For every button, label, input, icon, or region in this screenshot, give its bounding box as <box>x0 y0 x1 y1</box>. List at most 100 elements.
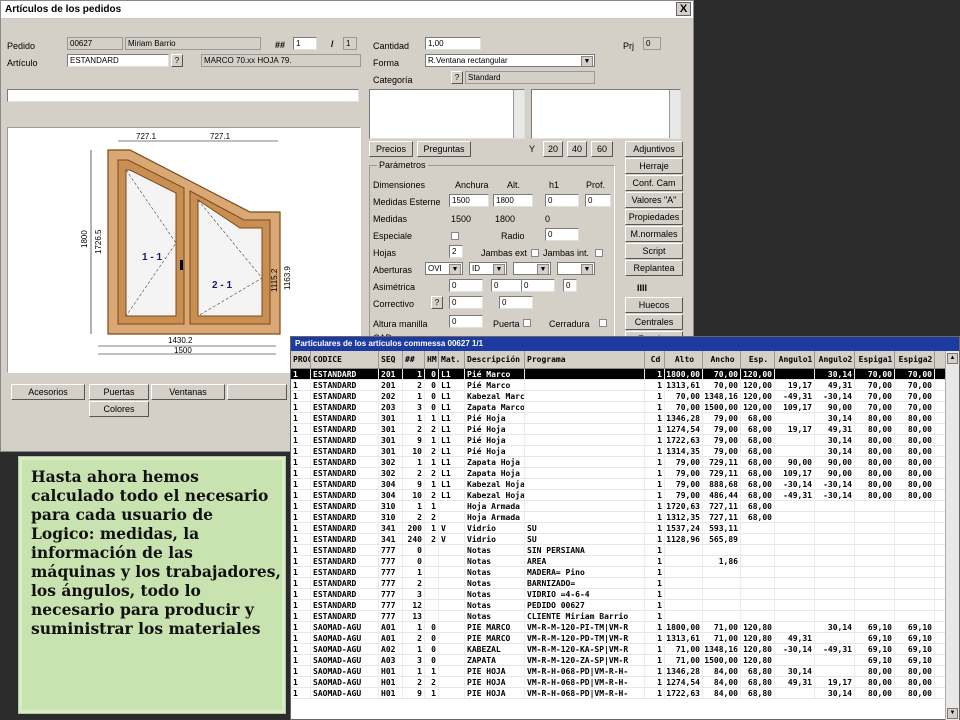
correctivo-input-2[interactable]: 0 <box>499 296 533 309</box>
y-20-button[interactable]: 20 <box>543 141 563 157</box>
column-header-12[interactable]: Angulo1 <box>775 351 815 368</box>
column-header-10[interactable]: Ancho <box>703 351 741 368</box>
column-header-1[interactable]: CODICE <box>311 351 379 368</box>
puerta-checkbox[interactable] <box>523 319 531 327</box>
column-header-11[interactable]: Esp. <box>741 351 775 368</box>
table-row[interactable]: 1 ESTANDARD 304 9 1 L1 Kabezal Hoja 1 79,00 888,6… <box>291 479 947 490</box>
abertura-select-1[interactable]: OVI <box>425 262 463 275</box>
valores-a-button[interactable]: Valores "A" <box>625 192 683 208</box>
table-row[interactable]: 1 ESTANDARD 302 1 1 L1 Zapata Hoja 1 79,00 729,11… <box>291 457 947 468</box>
articulo-code-input[interactable]: ESTANDARD <box>67 54 169 67</box>
propiedades-button[interactable]: Propiedades <box>625 209 683 225</box>
table-scrollbar[interactable]: ▲ ▼ <box>945 351 959 720</box>
column-header-0[interactable]: PROC <box>291 351 311 368</box>
table-row[interactable]: 1 ESTANDARD 777 3 Notas VIDRIO =4-6-4 1 <box>291 589 947 600</box>
notes-input[interactable] <box>7 89 359 102</box>
column-header-13[interactable]: Angulo2 <box>815 351 855 368</box>
table-row[interactable]: 1 SAOMAD-AGU H01 1 1 PIE HOJA VM-R-H-068-PD|VM… <box>291 666 947 677</box>
table-row[interactable]: 1 SAOMAD-AGU H01 9 1 PIE HOJA VM-R-H-068-PD|VM… <box>291 688 947 699</box>
column-header-6[interactable]: Descripción <box>465 351 525 368</box>
memo-1-scrollbar[interactable] <box>513 90 524 138</box>
asimetrica-input-3[interactable]: 0 <box>521 279 555 292</box>
jambas-int-checkbox[interactable] <box>595 249 603 257</box>
correctivo-search-button[interactable]: ? <box>431 296 443 309</box>
column-header-8[interactable]: Cd <box>645 351 665 368</box>
correctivo-input-1[interactable]: 0 <box>449 296 483 309</box>
m-normales-button[interactable]: M.normales <box>625 226 683 242</box>
abertura-select-2[interactable]: ID <box>469 262 507 275</box>
cantidad-input[interactable]: 1,00 <box>425 37 481 50</box>
cerradura-checkbox[interactable] <box>599 319 607 327</box>
memo-box-2[interactable] <box>531 89 681 139</box>
table-row[interactable]: 1 ESTANDARD 341 240 2 V Vidrio SU 1 1128,96 565,89 <box>291 534 947 545</box>
herraje-button[interactable]: Herraje <box>625 158 683 174</box>
table-row[interactable]: 1 ESTANDARD 201 2 0 L1 Pié Marco 1 1313,61 70,00 1… <box>291 380 947 391</box>
close-button[interactable]: X <box>676 2 691 16</box>
jambas-ext-checkbox[interactable] <box>531 249 539 257</box>
accesorios-button[interactable]: Acesorios <box>11 384 85 400</box>
table-row[interactable]: 1 ESTANDARD 203 3 0 L1 Zapata Marco 1 70,00 1500,… <box>291 402 947 413</box>
asimetrica-input-2[interactable]: 0 <box>491 279 525 292</box>
column-header-9[interactable]: Alto <box>665 351 703 368</box>
replantea-button[interactable]: Replantea <box>625 260 683 276</box>
memo-box-1[interactable] <box>369 89 525 139</box>
ancho-input[interactable]: 1500 <box>449 194 489 207</box>
table-row[interactable]: 1 SAOMAD-AGU A03 3 0 ZAPATA VM-R-M-120-ZA-SP|V… <box>291 655 947 666</box>
abertura-select-3[interactable] <box>513 262 551 275</box>
table-row[interactable]: 1 ESTANDARD 777 2 Notas BARNIZADO= 1 <box>291 578 947 589</box>
altura-manilla-input[interactable]: 0 <box>449 315 483 328</box>
prof-input[interactable]: 0 <box>585 194 611 207</box>
table-row[interactable]: 1 ESTANDARD 310 1 1 Hoja Armada 1 1720,63 727,11… <box>291 501 947 512</box>
asimetrica-input-4[interactable]: 0 <box>563 279 577 292</box>
table-row[interactable]: 1 ESTANDARD 201 1 0 L1 Pié Marco 1 1800,00 70,00 1… <box>291 369 947 380</box>
articulo-search-button[interactable]: ? <box>171 54 183 67</box>
column-header-15[interactable]: Espiga2 <box>895 351 935 368</box>
alto-input[interactable]: 1800 <box>493 194 533 207</box>
table-row[interactable]: 1 SAOMAD-AGU A02 1 0 KABEZAL VM-R-M-120-KA-SP|… <box>291 644 947 655</box>
conf-cam-button[interactable]: Conf. Cam <box>625 175 683 191</box>
table-row[interactable]: 1 SAOMAD-AGU H01 2 2 PIE HOJA VM-R-H-068-PD|VM… <box>291 677 947 688</box>
preguntas-button[interactable]: Preguntas <box>417 141 471 157</box>
table-row[interactable]: 1 ESTANDARD 301 2 2 L1 Pié Hoja 1 1274,54 79,00 68… <box>291 424 947 435</box>
table-row[interactable]: 1 ESTANDARD 310 2 2 Hoja Armada 1 1312,35 727,11… <box>291 512 947 523</box>
scroll-down-arrow[interactable]: ▼ <box>947 708 958 719</box>
column-header-4[interactable]: HM <box>425 351 439 368</box>
table-row[interactable]: 1 ESTANDARD 301 9 1 L1 Pié Hoja 1 1722,63 79,00 68… <box>291 435 947 446</box>
table-row[interactable]: 1 ESTANDARD 301 1 1 L1 Pié Hoja 1 1346,28 79,00 68… <box>291 413 947 424</box>
blank-button-1[interactable] <box>227 384 287 400</box>
especiale-checkbox[interactable] <box>451 232 459 240</box>
table-row[interactable]: 1 ESTANDARD 301 10 2 L1 Pié Hoja 1 1314,35 79,00 6… <box>291 446 947 457</box>
adjuntivos-button[interactable]: Adjuntivos <box>625 141 683 157</box>
y-40-button[interactable]: 40 <box>567 141 587 157</box>
y-60-button[interactable]: 60 <box>591 141 613 157</box>
table-row[interactable]: 1 ESTANDARD 302 2 2 L1 Zapata Hoja 1 79,00 729,11… <box>291 468 947 479</box>
table-row[interactable]: 1 ESTANDARD 304 10 2 L1 Kabezal Hoja 1 79,00 486,… <box>291 490 947 501</box>
puertas-button[interactable]: Puertas <box>89 384 149 400</box>
abertura-select-4[interactable] <box>557 262 595 275</box>
table-row[interactable]: 1 ESTANDARD 777 0 Notas AREA 1 1,86 <box>291 556 947 567</box>
table-row[interactable]: 1 ESTANDARD 777 12 Notas PEDIDO 00627 1 <box>291 600 947 611</box>
huecos-button[interactable]: Huecos <box>625 297 683 313</box>
table-row[interactable]: 1 ESTANDARD 777 13 Notas CLIENTE Miriam Barri… <box>291 611 947 622</box>
table-row[interactable]: 1 ESTANDARD 777 0 Notas SIN PERSIANA 1 <box>291 545 947 556</box>
column-header-14[interactable]: Espiga1 <box>855 351 895 368</box>
table-row[interactable]: 1 ESTANDARD 777 1 Notas MADERA= Pino 1 <box>291 567 947 578</box>
ventanas-button[interactable]: Ventanas <box>151 384 225 400</box>
column-header-7[interactable]: Programa <box>525 351 645 368</box>
column-header-5[interactable]: Mat. <box>439 351 465 368</box>
forma-select[interactable]: R.Ventana rectangular <box>425 54 595 67</box>
column-header-2[interactable]: SEQ <box>379 351 403 368</box>
colores-button[interactable]: Colores <box>89 401 149 417</box>
radio-input[interactable]: 0 <box>545 228 579 241</box>
line-field[interactable]: 1 <box>293 37 317 50</box>
script-button[interactable]: Script <box>625 243 683 259</box>
table-row[interactable]: 1 ESTANDARD 341 200 1 V Vidrio SU 1 1537,24 593,11 <box>291 523 947 534</box>
scroll-up-arrow[interactable]: ▲ <box>947 353 958 364</box>
asimetrica-input-1[interactable]: 0 <box>449 279 483 292</box>
column-header-3[interactable]: ## <box>403 351 425 368</box>
table-row[interactable]: 1 SAOMAD-AGU A01 2 0 PIE MARCO VM-R-M-120-PD-T… <box>291 633 947 644</box>
h1-input[interactable]: 0 <box>545 194 579 207</box>
memo-2-scrollbar[interactable] <box>669 90 680 138</box>
categoria-search-button[interactable]: ? <box>451 71 463 84</box>
table-row[interactable]: 1 SAOMAD-AGU A01 1 0 PIE MARCO VM-R-M-120-PI-T… <box>291 622 947 633</box>
